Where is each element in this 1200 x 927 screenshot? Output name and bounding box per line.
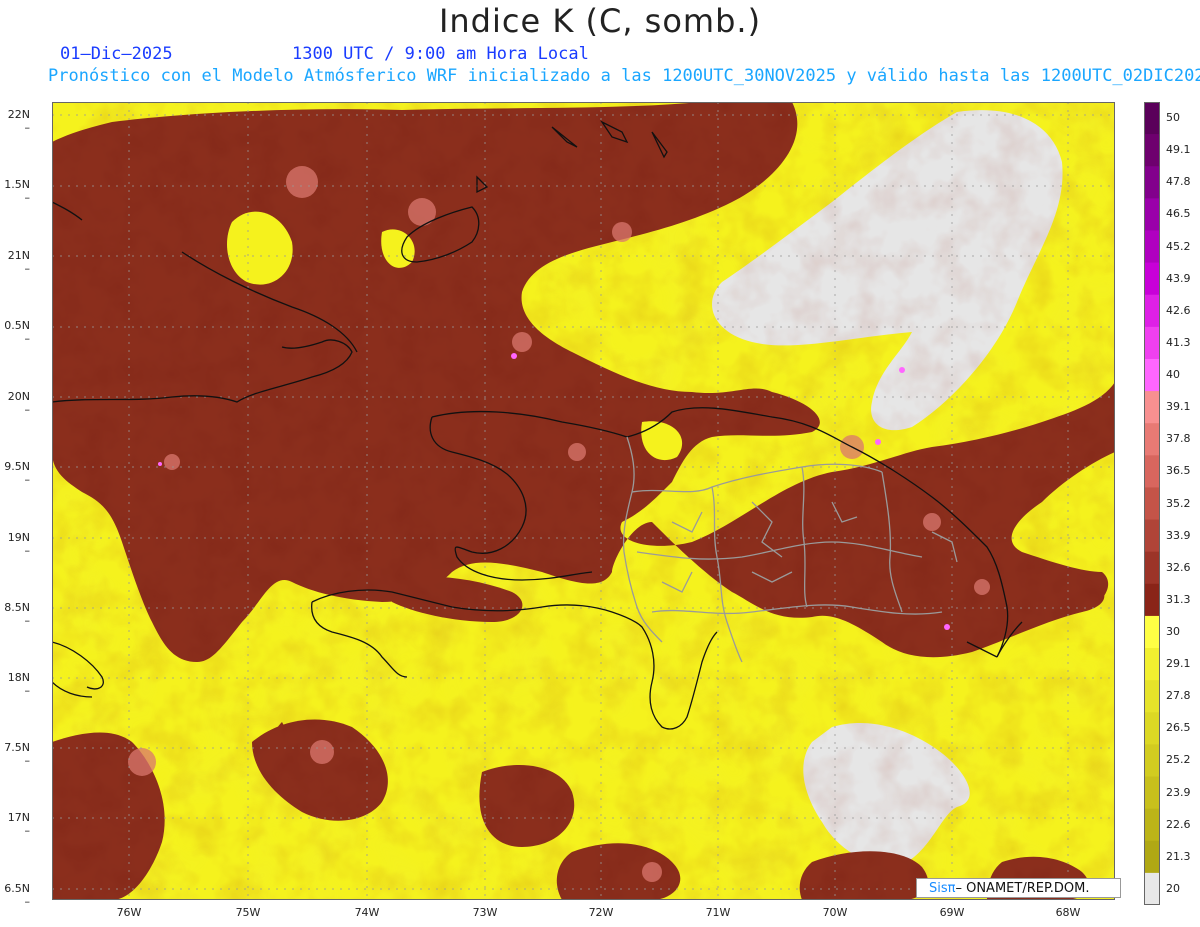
credit-sis: Sisπ (929, 881, 956, 896)
colorbar-label: 40 (1166, 368, 1180, 382)
colorbar-label: 45.2 (1166, 239, 1191, 253)
colorbar-swatch (1144, 391, 1160, 424)
colorbar-swatch (1144, 455, 1160, 488)
colorbar-swatch (1144, 198, 1160, 231)
colorbar-label: 27.8 (1166, 689, 1191, 703)
lon-label: 70W (822, 906, 848, 919)
lon-label: 73W (472, 906, 498, 919)
colorbar-swatch (1144, 712, 1160, 745)
forecast-label: Pronóstico con el Modelo Atmósferico WRF… (48, 66, 1200, 86)
colorbar-label: 21.3 (1166, 849, 1191, 863)
colorbar-label: 33.9 (1166, 528, 1191, 542)
k-index-map[interactable] (52, 102, 1115, 900)
credit-box: Sisπ– ONAMET/REP.DOM. (916, 878, 1121, 898)
lon-label: 76W (116, 906, 142, 919)
colorbar-label: 50 (1166, 111, 1180, 125)
lat-label: 19N – (7, 531, 30, 557)
colorbar-label: 39.1 (1166, 400, 1191, 414)
colorbar-label: 20 (1166, 881, 1180, 895)
colorbar-label: 29.1 (1166, 657, 1191, 671)
colorbar-label: 35.2 (1166, 496, 1191, 510)
lat-label: 0.5N – (4, 319, 30, 345)
colorbar-swatch (1144, 358, 1160, 392)
colorbar-swatch (1144, 551, 1160, 585)
colorbar-label: 26.5 (1166, 721, 1191, 735)
colorbar-swatch (1144, 808, 1160, 842)
time-label: 1300 UTC / 9:00 am Hora Local (292, 44, 589, 64)
lat-label: 20N – (7, 390, 30, 416)
lon-label: 72W (588, 906, 614, 919)
colorbar-label: 37.8 (1166, 432, 1191, 446)
colorbar-swatch (1144, 744, 1160, 778)
colorbar-label: 31.3 (1166, 592, 1191, 606)
lat-label: 22N – (7, 108, 30, 134)
credit-org: – ONAMET/REP.DOM. (955, 881, 1090, 896)
colorbar-label: 32.6 (1166, 560, 1191, 574)
colorbar-label: 36.5 (1166, 464, 1191, 478)
colorbar-swatch (1144, 230, 1160, 264)
colorbar-swatch (1144, 423, 1160, 456)
colorbar-swatch (1144, 680, 1160, 713)
lat-label: 9.5N – (4, 460, 30, 486)
colorbar (1144, 102, 1160, 905)
colorbar-swatch (1144, 776, 1160, 810)
colorbar-swatch (1144, 487, 1160, 521)
date-label: 01–Dic–2025 (60, 44, 173, 64)
colorbar-label: 47.8 (1166, 175, 1191, 189)
colorbar-label: 43.9 (1166, 271, 1191, 285)
colorbar-swatch (1144, 326, 1160, 360)
colorbar-label: 22.6 (1166, 817, 1191, 831)
lon-label: 71W (705, 906, 731, 919)
colorbar-label: 42.6 (1166, 303, 1191, 317)
colorbar-swatch (1144, 294, 1160, 328)
colorbar-swatch (1144, 872, 1160, 905)
colorbar-label: 30 (1166, 624, 1180, 638)
colorbar-label: 23.9 (1166, 785, 1191, 799)
colorbar-swatch (1144, 519, 1160, 553)
colorbar-swatch (1144, 615, 1160, 649)
lat-label: 1.5N – (4, 178, 30, 204)
lon-label: 74W (354, 906, 380, 919)
lat-label: 17N – (7, 811, 30, 837)
colorbar-label: 41.3 (1166, 335, 1191, 349)
lon-label: 69W (939, 906, 965, 919)
lat-label: 21N – (7, 249, 30, 275)
colorbar-swatch (1144, 648, 1160, 681)
map-title: Indice K (C, somb.) (438, 2, 762, 40)
lon-label: 75W (235, 906, 261, 919)
lat-label: 6.5N – (4, 882, 30, 908)
lat-label: 7.5N – (4, 741, 30, 767)
colorbar-swatch (1144, 166, 1160, 199)
lon-label: 68W (1055, 906, 1081, 919)
colorbar-label: 46.5 (1166, 207, 1191, 221)
colorbar-label: 25.2 (1166, 753, 1191, 767)
colorbar-swatch (1144, 262, 1160, 296)
colorbar-swatch (1144, 583, 1160, 617)
colorbar-swatch (1144, 102, 1160, 135)
colorbar-swatch (1144, 134, 1160, 167)
colorbar-label: 49.1 (1166, 143, 1191, 157)
lat-label: 18N – (7, 671, 30, 697)
colorbar-swatch (1144, 840, 1160, 874)
lat-label: 8.5N – (4, 601, 30, 627)
